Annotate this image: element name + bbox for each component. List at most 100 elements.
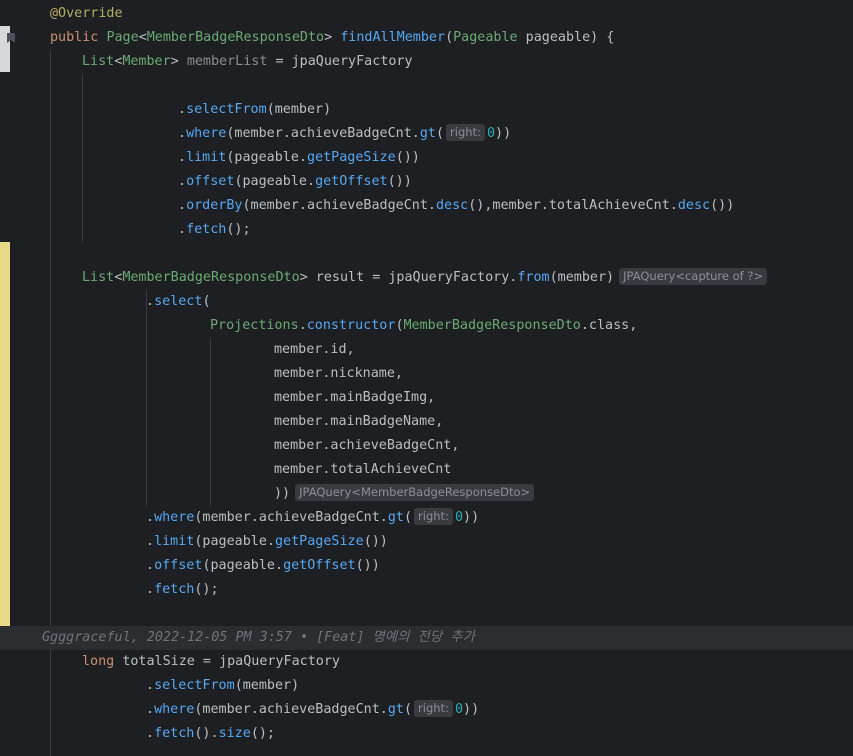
code-token: ()) bbox=[387, 174, 412, 189]
code-line[interactable]: member.mainBadgeName, bbox=[0, 410, 853, 434]
code-token: offset bbox=[154, 558, 203, 573]
code-line[interactable]: .selectFrom(member) bbox=[0, 98, 853, 122]
code-token: (); bbox=[194, 582, 219, 597]
code-token: (member) bbox=[234, 678, 300, 693]
code-token: )) bbox=[463, 510, 480, 525]
code-token: )) bbox=[463, 702, 480, 717]
code-token: (member) bbox=[266, 102, 332, 117]
code-token: member.totalAchieveCnt bbox=[274, 462, 452, 477]
code-line[interactable]: Projections.constructor(MemberBadgeRespo… bbox=[0, 314, 853, 338]
code-token: member.id, bbox=[274, 342, 355, 357]
code-token: memberList bbox=[186, 54, 268, 69]
code-token: (pageable. bbox=[226, 150, 307, 165]
param-hint: right: bbox=[414, 700, 453, 717]
code-token: List bbox=[82, 54, 115, 69]
git-blame-annotation[interactable]: Ggggraceful, 2022-12-05 PM 3:57 • [Feat]… bbox=[42, 626, 475, 650]
code-token: selectFrom bbox=[154, 678, 235, 693]
code-token: desc bbox=[677, 198, 711, 213]
code-token: where bbox=[154, 510, 195, 525]
code-line[interactable]: .fetch(); bbox=[0, 218, 853, 242]
code-token: Member bbox=[122, 54, 171, 69]
code-token: getPageSize bbox=[307, 150, 396, 165]
code-line[interactable]: member.nickname, bbox=[0, 362, 853, 386]
param-hint: right: bbox=[446, 124, 485, 141]
code-line[interactable]: .limit(pageable.getPageSize()) bbox=[0, 146, 853, 170]
code-token: offset bbox=[186, 174, 235, 189]
code-token: pageable) { bbox=[517, 30, 615, 45]
code-line[interactable]: .selectFrom(member) bbox=[0, 674, 853, 698]
code-line[interactable]: public Page<MemberBadgeResponseDto> find… bbox=[0, 26, 853, 50]
code-token: . bbox=[146, 582, 155, 597]
code-line[interactable]: .where(member.achieveBadgeCnt.gt(right: 0… bbox=[0, 122, 853, 146]
code-token: (); bbox=[226, 222, 251, 237]
code-line[interactable]: .select( bbox=[0, 290, 853, 314]
code-line[interactable]: member.id, bbox=[0, 338, 853, 362]
code-token: @Override bbox=[50, 6, 123, 21]
code-token: . bbox=[178, 174, 187, 189]
code-token: getOffset bbox=[315, 174, 388, 189]
code-line[interactable]: .where(member.achieveBadgeCnt.gt(right: 0… bbox=[0, 698, 853, 722]
code-token: findAllMember bbox=[340, 30, 446, 45]
code-token: constructor bbox=[306, 318, 396, 333]
code-line[interactable]: .offset(pageable.getOffset()) bbox=[0, 170, 853, 194]
code-token: > bbox=[170, 54, 187, 69]
code-line[interactable]: long totalSize = jpaQueryFactory bbox=[0, 650, 853, 674]
code-token: > result = jpaQueryFactory. bbox=[299, 270, 518, 285]
code-token: totalSize = jpaQueryFactory bbox=[122, 654, 340, 669]
code-token: (pageable. bbox=[194, 534, 275, 549]
code-token: fetch bbox=[154, 726, 195, 741]
code-line[interactable]: )) JPAQuery<MemberBadgeResponseDto> bbox=[0, 482, 853, 506]
code-line[interactable] bbox=[0, 242, 853, 266]
code-token: fetch bbox=[154, 582, 195, 597]
code-token: MemberBadgeResponseDto bbox=[122, 270, 300, 285]
code-line[interactable]: member.achieveBadgeCnt, bbox=[0, 434, 853, 458]
code-token: (pageable. bbox=[202, 558, 284, 573]
code-line[interactable]: .where(member.achieveBadgeCnt.gt(right: 0… bbox=[0, 506, 853, 530]
code-token: . bbox=[146, 702, 155, 717]
code-token: .class, bbox=[580, 318, 638, 333]
code-token: . bbox=[298, 318, 307, 333]
code-token: . bbox=[178, 126, 187, 141]
code-token: fetch bbox=[186, 222, 227, 237]
type-hint: JPAQuery<capture of ?> bbox=[619, 268, 768, 285]
code-token: . bbox=[146, 726, 155, 741]
code-token: member.mainBadgeName, bbox=[274, 414, 444, 429]
code-token: ( bbox=[395, 318, 404, 333]
code-line[interactable]: .limit(pageable.getPageSize()) bbox=[0, 530, 853, 554]
code-line[interactable]: @Override bbox=[0, 2, 853, 26]
code-token: (),member.totalAchieveCnt. bbox=[468, 198, 678, 213]
code-token: . bbox=[178, 150, 187, 165]
code-token: member.mainBadgeImg, bbox=[274, 390, 436, 405]
code-token: ( bbox=[403, 510, 413, 525]
code-line[interactable] bbox=[0, 74, 853, 98]
code-token: 0 bbox=[454, 510, 464, 525]
code-line[interactable]: List<MemberBadgeResponseDto> result = jp… bbox=[0, 266, 853, 290]
code-token: 0 bbox=[454, 702, 464, 717]
code-token: limit bbox=[154, 534, 195, 549]
code-line[interactable]: List<Member> memberList = jpaQueryFactor… bbox=[0, 50, 853, 74]
code-token: gt bbox=[419, 126, 436, 141]
code-token: public bbox=[50, 30, 107, 45]
code-token: ()) bbox=[395, 150, 420, 165]
code-token: from bbox=[517, 270, 550, 285]
code-line[interactable] bbox=[0, 602, 853, 626]
code-token: Pageable bbox=[453, 30, 518, 45]
code-line[interactable]: .offset(pageable.getOffset()) bbox=[0, 554, 853, 578]
code-token: ( bbox=[403, 702, 413, 717]
code-token: (member.achieveBadgeCnt. bbox=[242, 198, 436, 213]
code-token: . bbox=[178, 198, 187, 213]
param-hint: right: bbox=[414, 508, 453, 525]
code-token: gt bbox=[387, 702, 404, 717]
code-line[interactable]: member.mainBadgeImg, bbox=[0, 386, 853, 410]
code-token: member.nickname, bbox=[274, 366, 403, 381]
code-line[interactable]: .orderBy(member.achieveBadgeCnt.desc(),m… bbox=[0, 194, 853, 218]
code-token: (member.achieveBadgeCnt. bbox=[194, 702, 388, 717]
code-token: )) bbox=[495, 126, 512, 141]
code-line[interactable]: .fetch(); bbox=[0, 578, 853, 602]
code-token: . bbox=[146, 534, 155, 549]
code-line[interactable]: .fetch().size(); bbox=[0, 722, 853, 746]
code-token: (member.achieveBadgeCnt. bbox=[226, 126, 420, 141]
code-line[interactable]: member.totalAchieveCnt bbox=[0, 458, 853, 482]
code-token: Page bbox=[106, 30, 139, 45]
code-token: . bbox=[146, 294, 155, 309]
